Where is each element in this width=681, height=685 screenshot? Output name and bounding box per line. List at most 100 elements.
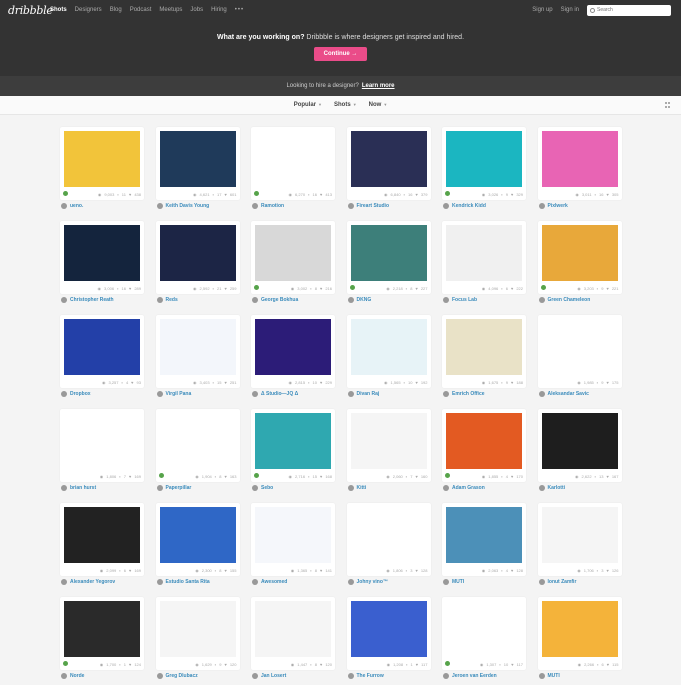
author-name[interactable]: Johny vino™: [357, 579, 388, 585]
shot-author[interactable]: Alexander Yegorov: [61, 579, 115, 585]
nav-link-podcast[interactable]: Podcast: [130, 7, 152, 13]
shot-author[interactable]: Karlotti: [538, 485, 566, 491]
shot-author[interactable]: Pixlwerk: [538, 203, 568, 209]
author-name[interactable]: Keith Davis Young: [166, 203, 210, 209]
author-name[interactable]: The Furrow: [357, 673, 384, 679]
shot-thumbnail[interactable]: [541, 131, 618, 187]
shot-thumbnail[interactable]: [541, 319, 618, 375]
avatar[interactable]: [347, 203, 354, 209]
avatar[interactable]: [61, 203, 67, 209]
author-name[interactable]: Norde: [70, 673, 84, 679]
author-name[interactable]: Emrich Office: [452, 391, 485, 397]
shot-author[interactable]: ueno.: [61, 203, 83, 209]
continue-button[interactable]: Continue →: [313, 47, 368, 61]
heart-icon[interactable]: ♥: [224, 568, 226, 573]
shot-author[interactable]: Paperpillar: [156, 485, 191, 491]
dribbble-logo[interactable]: dribbble: [8, 4, 53, 17]
shot-author[interactable]: Focus Lab: [443, 297, 477, 303]
author-name[interactable]: ueno.: [70, 203, 83, 209]
shot-thumbnail[interactable]: [350, 131, 427, 187]
shot-card[interactable]: ◉ 1,806 ▪ 7 ♥ 169: [60, 409, 144, 482]
shot-author[interactable]: Fireart Studio: [347, 203, 389, 209]
avatar[interactable]: [538, 203, 545, 209]
avatar[interactable]: [347, 673, 354, 679]
author-name[interactable]: Green Chameleon: [548, 297, 591, 303]
avatar[interactable]: [538, 485, 545, 491]
heart-icon[interactable]: ♥: [607, 662, 609, 667]
shot-card[interactable]: ◉ 3,006 ▪ 16 ♥ 289: [60, 221, 144, 294]
author-name[interactable]: Sebo: [261, 485, 273, 491]
shot-thumbnail[interactable]: [64, 131, 140, 187]
author-name[interactable]: Jeroen van Eerden: [452, 673, 497, 679]
heart-icon[interactable]: ♥: [606, 286, 608, 291]
shot-thumbnail[interactable]: [64, 601, 140, 657]
avatar[interactable]: [252, 203, 258, 209]
avatar[interactable]: [252, 579, 258, 585]
avatar[interactable]: [156, 579, 163, 585]
shot-card[interactable]: ◉ 2,300 ▪ 8 ♥ 155: [155, 503, 240, 576]
heart-icon[interactable]: ♥: [129, 474, 131, 479]
avatar[interactable]: [347, 485, 354, 491]
learn-more-link[interactable]: Learn more: [362, 83, 395, 89]
heart-icon[interactable]: ♥: [606, 474, 608, 479]
shot-author[interactable]: Virgil Pana: [156, 391, 191, 397]
avatar[interactable]: [538, 673, 545, 679]
shot-card[interactable]: ◉ 1,307 ▪ 10 ♥ 117: [442, 597, 526, 670]
shot-thumbnail[interactable]: [159, 413, 236, 469]
author-name[interactable]: Ramotion: [261, 203, 284, 209]
heart-icon[interactable]: ♥: [320, 192, 322, 197]
author-name[interactable]: Greg Dlubacz: [166, 673, 198, 679]
author-name[interactable]: MUTI: [452, 579, 464, 585]
avatar[interactable]: [61, 391, 67, 397]
grid-view-icon[interactable]: [665, 102, 671, 108]
sign-in-link[interactable]: Sign in: [561, 7, 579, 13]
shot-thumbnail[interactable]: [446, 413, 522, 469]
author-name[interactable]: Pixlwerk: [548, 203, 568, 209]
heart-icon[interactable]: ♥: [224, 662, 226, 667]
avatar[interactable]: [347, 297, 354, 303]
heart-icon[interactable]: ♥: [320, 380, 322, 385]
shot-thumbnail[interactable]: [446, 601, 522, 657]
shot-card[interactable]: ◉ 1,629 ▪ 9 ♥ 120: [155, 597, 240, 670]
shot-card[interactable]: ◉ 1,904 ▪ 8 ♥ 163: [155, 409, 240, 482]
author-name[interactable]: Ionut Zamfir: [548, 579, 577, 585]
nav-link-hiring[interactable]: Hiring: [211, 7, 227, 13]
heart-icon[interactable]: ♥: [415, 474, 417, 479]
nav-link-jobs[interactable]: Jobs: [190, 7, 203, 13]
shot-author[interactable]: The Furrow: [347, 673, 384, 679]
heart-icon[interactable]: ♥: [415, 286, 417, 291]
shot-author[interactable]: Ionut Zamfir: [538, 579, 577, 585]
avatar[interactable]: [538, 297, 545, 303]
author-name[interactable]: DKNG: [357, 297, 372, 303]
avatar[interactable]: [443, 579, 449, 585]
shot-author[interactable]: Sebo: [252, 485, 273, 491]
author-name[interactable]: MUTI: [548, 673, 560, 679]
shot-author[interactable]: MUTI: [538, 673, 560, 679]
shot-thumbnail[interactable]: [350, 601, 427, 657]
nav-link-blog[interactable]: Blog: [110, 7, 122, 13]
shot-author[interactable]: Kendrick Kidd: [443, 203, 486, 209]
shot-thumbnail[interactable]: [159, 507, 236, 563]
heart-icon[interactable]: ♥: [320, 568, 322, 573]
author-name[interactable]: Alexander Yegorov: [70, 579, 115, 585]
shot-card[interactable]: ◉ 6,840 ▪ 16 ♥ 379: [346, 127, 431, 200]
author-name[interactable]: Karlotti: [548, 485, 566, 491]
shot-author[interactable]: Greg Dlubacz: [156, 673, 198, 679]
avatar[interactable]: [252, 297, 258, 303]
author-name[interactable]: Δ Studio—JQ Δ: [261, 391, 298, 397]
shot-thumbnail[interactable]: [446, 131, 522, 187]
avatar[interactable]: [347, 579, 354, 585]
shot-thumbnail[interactable]: [350, 225, 427, 281]
shot-card[interactable]: ◉ 3,026 ▪ 9 ♥ 329: [442, 127, 526, 200]
shot-thumbnail[interactable]: [64, 319, 140, 375]
heart-icon[interactable]: ♥: [606, 568, 608, 573]
author-name[interactable]: Christopher Reath: [70, 297, 114, 303]
shot-card[interactable]: ◉ 3,203 ▪ 9 ♥ 221: [537, 221, 622, 294]
avatar[interactable]: [538, 579, 545, 585]
shot-card[interactable]: ◉ 2,815 ▪ 10 ♥ 229: [251, 315, 335, 388]
shot-card[interactable]: ◉ 1,700 ▪ 1 ♥ 124: [60, 597, 144, 670]
heart-icon[interactable]: ♥: [511, 380, 513, 385]
shot-card[interactable]: ◉ 1,806 ▪ 3 ♥ 128: [346, 503, 431, 576]
shot-thumbnail[interactable]: [446, 507, 522, 563]
shot-card[interactable]: ◉ 2,060 ▪ 7 ♥ 160: [346, 409, 431, 482]
